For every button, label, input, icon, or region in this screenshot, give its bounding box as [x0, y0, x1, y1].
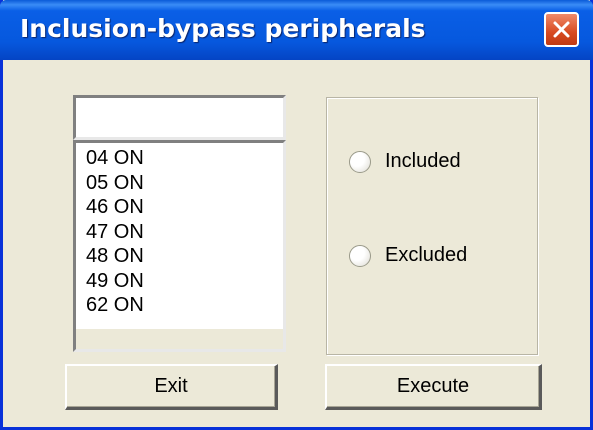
included-radio[interactable] — [349, 151, 371, 173]
list-item[interactable]: 05 ON — [86, 171, 144, 196]
list-item[interactable]: 62 ON — [86, 293, 144, 318]
list-item[interactable]: 46 ON — [86, 195, 144, 220]
exit-button[interactable]: Exit — [65, 364, 278, 410]
window-title: Inclusion-bypass peripherals — [20, 14, 426, 43]
filter-field[interactable] — [73, 95, 286, 140]
list-item[interactable]: 47 ON — [86, 220, 144, 245]
included-radio-label[interactable]: Included — [385, 150, 461, 173]
title-bar[interactable]: Inclusion-bypass peripherals — [0, 0, 593, 60]
close-icon — [553, 21, 570, 38]
list-item[interactable]: 48 ON — [86, 244, 144, 269]
list-horizontal-scrollbar[interactable] — [76, 329, 283, 349]
inclusion-option-group — [326, 97, 538, 355]
excluded-radio[interactable] — [349, 245, 371, 267]
peripheral-list: 04 ON 05 ON 46 ON 47 ON 48 ON 49 ON 62 O… — [86, 146, 144, 318]
execute-button[interactable]: Execute — [325, 364, 542, 410]
excluded-radio-label[interactable]: Excluded — [385, 244, 467, 267]
dialog-window: Inclusion-bypass peripherals 04 ON 05 ON… — [0, 0, 593, 430]
list-item[interactable]: 49 ON — [86, 269, 144, 294]
close-button[interactable] — [544, 12, 579, 47]
peripheral-listbox[interactable]: 04 ON 05 ON 46 ON 47 ON 48 ON 49 ON 62 O… — [73, 140, 286, 352]
list-item[interactable]: 04 ON — [86, 146, 144, 171]
